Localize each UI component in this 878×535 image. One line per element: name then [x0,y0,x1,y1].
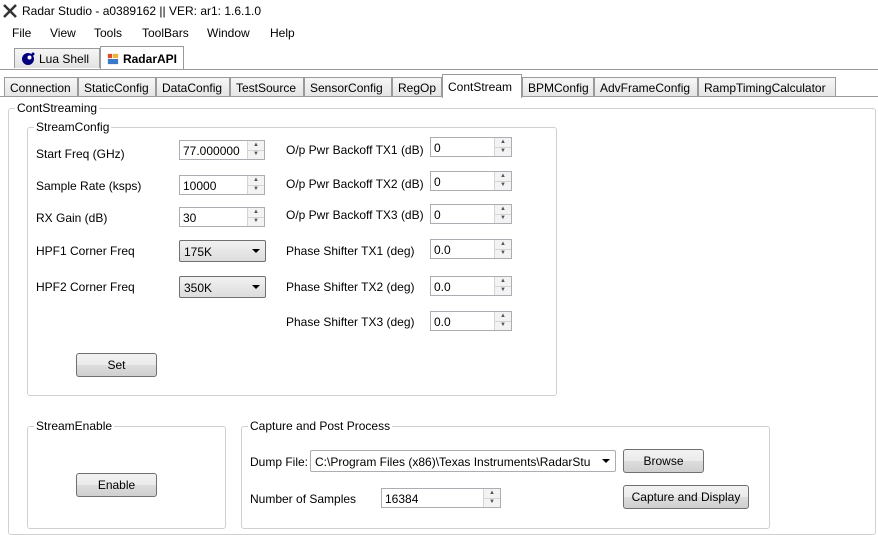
menu-view[interactable]: View [50,26,76,40]
capture-title: Capture and Post Process [250,419,391,433]
spin-down-icon[interactable]: ▼ [248,185,264,194]
num-samples-label: Number of Samples [250,492,357,506]
tab-radar-api-label: RadarAPI [122,51,177,66]
phase-tx3-label: Phase Shifter TX3 (deg) [286,315,415,329]
num-samples-spinner[interactable]: 16384 ▲ ▼ [381,488,501,508]
tab-adv-frame-config[interactable]: AdvFrameConfig [594,77,698,97]
menu-toolbars[interactable]: ToolBars [142,26,189,40]
start-freq-spinner[interactable]: 77.000000 ▲ ▼ [179,140,265,160]
menu-help[interactable]: Help [270,26,295,40]
capture-group: Capture and Post Process [241,419,770,529]
tab-ramp-timing-calculator[interactable]: RampTimingCalculator [698,77,836,97]
phase-tx2-value: 0.0 [434,280,451,294]
backoff-tx1-label: O/p Pwr Backoff TX1 (dB) [286,143,424,157]
backoff-tx2-label: O/p Pwr Backoff TX2 (dB) [286,177,424,191]
backoff-tx2-value: 0 [434,175,441,189]
hpf1-dropdown[interactable]: 175K [179,240,266,262]
rx-gain-value: 30 [183,211,197,225]
phase-tx3-value: 0.0 [434,315,451,329]
chevron-down-icon [252,249,260,253]
backoff-tx1-spinner[interactable]: 0 ▲ ▼ [430,137,512,157]
lua-icon [22,52,35,65]
spin-down-icon[interactable]: ▼ [495,181,511,190]
menu-file[interactable]: File [12,26,31,40]
tab-connection[interactable]: Connection [4,77,78,97]
phase-tx1-label: Phase Shifter TX1 (deg) [286,244,415,258]
tab-test-source[interactable]: TestSource [230,77,304,97]
spin-down-icon[interactable]: ▼ [495,147,511,156]
spin-down-icon[interactable]: ▼ [248,217,264,226]
capture-and-display-button[interactable]: Capture and Display [623,485,749,509]
num-samples-value: 16384 [385,492,419,506]
sample-rate-label: Sample Rate (ksps) [36,179,142,193]
hpf2-dropdown[interactable]: 350K [179,276,266,298]
hpf1-value: 175K [184,245,213,259]
chevron-down-icon [252,285,260,289]
backoff-tx1-value: 0 [434,141,441,155]
title-bar: Radar Studio - a0389162 || VER: ar1: 1.6… [0,0,878,22]
spin-down-icon[interactable]: ▼ [484,498,500,507]
dump-file-label: Dump File: [250,455,309,469]
start-freq-label: Start Freq (GHz) [36,147,125,161]
backoff-tx3-value: 0 [434,208,441,222]
tab-radar-api[interactable]: RadarAPI [100,46,184,70]
backoff-tx3-spinner[interactable]: 0 ▲ ▼ [430,204,512,224]
hpf2-value: 350K [184,281,213,295]
rx-gain-spinner[interactable]: 30 ▲ ▼ [179,207,265,227]
set-button[interactable]: Set [76,353,157,377]
window-title: Radar Studio - a0389162 || VER: ar1: 1.6… [22,4,262,18]
tab-lua-shell-label: Lua Shell [39,51,90,66]
tab-data-config[interactable]: DataConfig [156,77,230,97]
spin-down-icon[interactable]: ▼ [495,286,511,295]
phase-tx3-spinner[interactable]: 0.0 ▲ ▼ [430,311,512,331]
divider [0,69,878,70]
tab-sensor-config[interactable]: SensorConfig [304,77,392,97]
enable-button[interactable]: Enable [76,473,157,497]
hpf2-label: HPF2 Corner Freq [36,280,135,294]
backoff-tx3-label: O/p Pwr Backoff TX3 (dB) [286,208,424,222]
start-freq-value: 77.000000 [183,144,240,158]
divider [0,96,878,97]
phase-tx2-spinner[interactable]: 0.0 ▲ ▼ [430,276,512,296]
hpf1-label: HPF1 Corner Freq [36,244,135,258]
spin-down-icon[interactable]: ▼ [495,321,511,330]
radar-api-icon [107,53,119,64]
dump-file-dropdown[interactable]: C:\Program Files (x86)\Texas Instruments… [310,450,616,472]
spin-down-icon[interactable]: ▼ [495,249,511,258]
x-logo-icon [3,4,17,18]
spin-down-icon[interactable]: ▼ [495,214,511,223]
spin-down-icon[interactable]: ▼ [248,150,264,159]
menu-window[interactable]: Window [207,26,250,40]
stream-config-title: StreamConfig [36,120,110,134]
tab-bpm-config[interactable]: BPMConfig [522,77,594,97]
dump-file-value: C:\Program Files (x86)\Texas Instruments… [315,455,591,469]
tab-reg-op[interactable]: RegOp [392,77,442,97]
tab-static-config[interactable]: StaticConfig [78,77,156,97]
chevron-down-icon [602,459,610,463]
backoff-tx2-spinner[interactable]: 0 ▲ ▼ [430,171,512,191]
sample-rate-value: 10000 [183,179,217,193]
tab-cont-stream[interactable]: ContStream [442,74,522,98]
cont-streaming-title: ContStreaming [17,101,98,115]
browse-button[interactable]: Browse [623,449,704,473]
document-tabs: Lua Shell RadarAPI [0,46,878,70]
phase-tx2-label: Phase Shifter TX2 (deg) [286,280,415,294]
stream-enable-title: StreamEnable [36,419,113,433]
rx-gain-label: RX Gain (dB) [36,211,108,225]
tab-lua-shell[interactable]: Lua Shell [14,48,100,68]
menu-bar: File View Tools ToolBars Window Help [0,22,878,44]
sample-rate-spinner[interactable]: 10000 ▲ ▼ [179,175,265,195]
phase-tx1-value: 0.0 [434,243,451,257]
phase-tx1-spinner[interactable]: 0.0 ▲ ▼ [430,239,512,259]
menu-tools[interactable]: Tools [94,26,122,40]
